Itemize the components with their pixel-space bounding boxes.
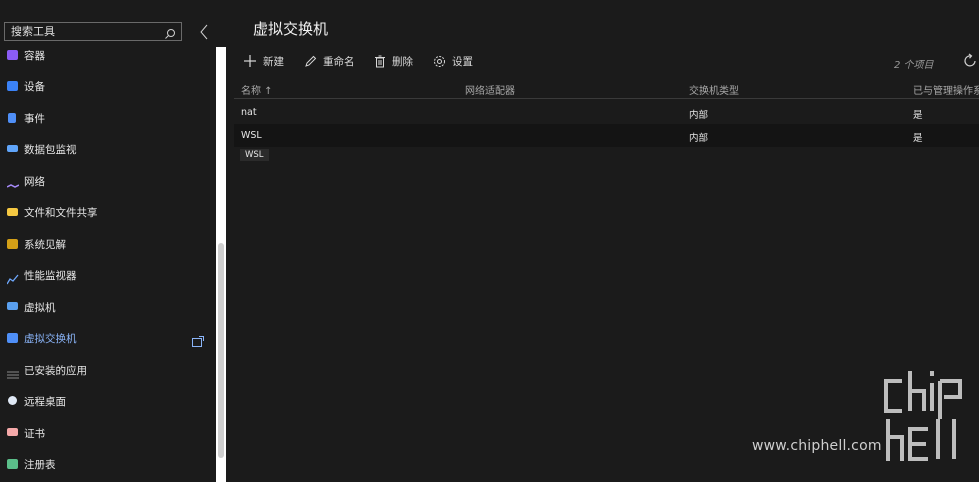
refresh-icon[interactable] [962, 53, 978, 73]
sidebar-item-virtual-switch[interactable]: 虚拟交换机 [0, 323, 210, 354]
cell-name: WSL [241, 130, 262, 141]
sidebar-item-virtual-machine[interactable]: 虚拟机 [0, 292, 210, 323]
cell-switch-type: 内部 [689, 133, 709, 144]
search-input[interactable] [11, 24, 159, 39]
installed-apps-icon [7, 365, 19, 379]
rename-button[interactable]: 重命名 [304, 54, 355, 72]
virtual-switch-icon [7, 333, 18, 343]
certificate-icon [7, 428, 18, 436]
settings-button[interactable]: 设置 [433, 54, 473, 72]
column-header-shared-with-os[interactable]: 已与管理操作系 [913, 82, 979, 97]
trash-icon [375, 55, 385, 68]
cell-switch-type: 内部 [689, 110, 709, 121]
device-icon [7, 81, 18, 91]
cell-shared: 是 [913, 133, 923, 144]
table-row-selected[interactable]: WSL 内部 是 [234, 124, 979, 147]
events-icon [8, 113, 16, 123]
sidebar-item-label: 已安装的应用 [24, 365, 87, 377]
rename-button-label: 重命名 [323, 56, 355, 68]
column-header-name[interactable]: 名称 ↑ [241, 82, 273, 97]
sidebar-item-container[interactable]: 容器 [0, 40, 210, 71]
sidebar-item-label: 注册表 [24, 459, 56, 471]
sidebar-item-label: 设备 [24, 81, 45, 93]
sidebar-item-label: 性能监视器 [24, 270, 77, 282]
sidebar-item-installed-apps[interactable]: 已安装的应用 [0, 355, 210, 386]
sidebar-item-events[interactable]: 事件 [0, 103, 210, 134]
new-button-label: 新建 [263, 56, 284, 68]
search-box[interactable] [4, 22, 182, 41]
item-count: 2 个项目 [894, 60, 934, 71]
packet-monitor-icon [7, 145, 18, 152]
cell-shared: 是 [913, 110, 923, 121]
main-panel: 虚拟交换机 新建 重命名 删除 设置 2 个项目 名称 ↑ 网络适配器 交换机类… [226, 0, 979, 482]
folder-icon [7, 208, 18, 216]
delete-button[interactable]: 删除 [374, 54, 413, 72]
delete-button-label: 删除 [392, 56, 413, 68]
cell-name: nat [241, 107, 257, 118]
sidebar-item-files[interactable]: 文件和文件共享 [0, 197, 210, 228]
chevron-left-icon [200, 24, 208, 40]
sidebar-item-label: 远程桌面 [24, 396, 66, 408]
remote-desktop-icon [8, 396, 17, 405]
table-header: 名称 ↑ 网络适配器 交换机类型 已与管理操作系 [234, 78, 979, 99]
sidebar-item-performance-monitor[interactable]: 性能监视器 [0, 260, 210, 291]
page-title: 虚拟交换机 [253, 20, 329, 38]
sidebar-item-device[interactable]: 设备 [0, 71, 210, 102]
sidebar-item-label: 系统见解 [24, 239, 66, 251]
sidebar-item-label: 数据包监视 [24, 144, 77, 156]
tooltip: WSL [240, 149, 269, 161]
column-header-switch-type[interactable]: 交换机类型 [689, 82, 739, 97]
sidebar-scrollbar-thumb[interactable] [218, 243, 224, 458]
watermark-url: www.chiphell.com [752, 438, 882, 454]
collapse-sidebar-button[interactable] [196, 22, 212, 42]
sidebar: 容器 设备 事件 数据包监视 网络 文件和文件共享 系统见解 [0, 0, 216, 482]
performance-monitor-icon [6, 270, 19, 285]
chiphell-logo-icon [880, 367, 968, 469]
sidebar-item-registry[interactable]: 注册表 [0, 449, 210, 480]
sidebar-item-label: 虚拟机 [24, 302, 56, 314]
network-icon [6, 176, 20, 188]
registry-icon [7, 459, 18, 469]
virtual-machine-icon [7, 302, 18, 310]
sidebar-item-label: 容器 [24, 50, 45, 62]
sidebar-item-network[interactable]: 网络 [0, 166, 210, 197]
plus-icon [244, 55, 256, 67]
sidebar-item-label: 证书 [24, 428, 45, 440]
sidebar-item-label: 网络 [24, 176, 45, 188]
table-row[interactable]: nat 内部 是 [234, 101, 979, 124]
container-icon [7, 50, 18, 60]
sidebar-item-label: 文件和文件共享 [24, 207, 98, 219]
sidebar-item-remote-desktop[interactable]: 远程桌面 [0, 386, 210, 417]
sidebar-item-certificates[interactable]: 证书 [0, 418, 210, 449]
sidebar-item-label: 虚拟交换机 [24, 333, 77, 345]
open-in-new-window-icon[interactable] [192, 332, 204, 351]
sidebar-item-packet-monitor[interactable]: 数据包监视 [0, 134, 210, 165]
sidebar-item-label: 事件 [24, 113, 45, 125]
column-header-adapter[interactable]: 网络适配器 [465, 82, 515, 97]
system-insights-icon [7, 239, 18, 249]
settings-button-label: 设置 [452, 56, 473, 68]
gear-icon [434, 56, 445, 67]
sidebar-item-system-insights[interactable]: 系统见解 [0, 229, 210, 260]
new-button[interactable]: 新建 [243, 54, 284, 72]
pencil-icon [305, 55, 317, 67]
